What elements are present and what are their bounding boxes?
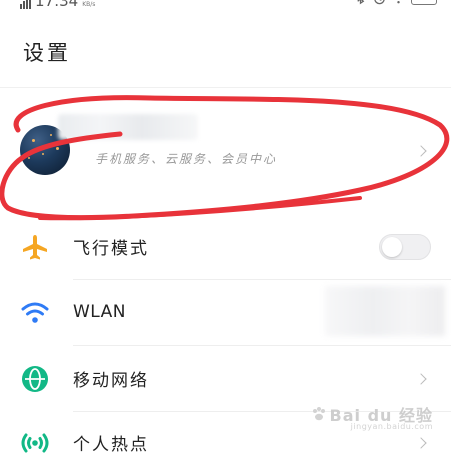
bluetooth-icon — [357, 0, 365, 5]
hotspot-icon — [21, 433, 49, 453]
paw-icon — [312, 407, 325, 421]
wifi-status-icon — [397, 1, 400, 4]
account-name-blurred — [58, 114, 198, 140]
wlan-status-blurred — [325, 286, 445, 336]
settings-row-label: 个人热点 — [73, 435, 149, 455]
battery-icon: 20 — [411, 0, 437, 5]
settings-row-label: 移动网络 — [73, 371, 149, 391]
alarm-icon — [374, 0, 385, 5]
airplane-icon — [23, 235, 47, 260]
account-subtitle: 手机服务、云服务、会员中心 — [95, 152, 278, 166]
status-time: 17:34 — [35, 0, 79, 10]
settings-row-label: WLAN — [73, 302, 127, 322]
toggle-knob — [382, 237, 402, 257]
page-title: 设置 — [23, 41, 71, 65]
chevron-right-icon — [415, 145, 427, 157]
status-bar-right: 20 — [354, 0, 437, 5]
settings-row-label: 飞行模式 — [73, 239, 149, 259]
status-bar: 17:34 KB/s 20 — [0, 0, 451, 14]
divider — [0, 87, 451, 88]
wifi-icon — [21, 302, 49, 323]
signal-icon — [20, 0, 31, 9]
account-card[interactable]: 手机服务、云服务、会员中心 — [0, 100, 451, 210]
settings-row-airplane-mode[interactable]: 飞行模式 — [0, 214, 451, 280]
network-speed-unit: KB/s — [82, 1, 96, 8]
settings-screen: 17:34 KB/s 20 设置 — [0, 0, 451, 459]
settings-row-wlan[interactable]: WLAN — [0, 280, 451, 346]
airplane-mode-toggle[interactable] — [379, 234, 431, 260]
globe-icon — [22, 366, 48, 392]
status-bar-left: 17:34 KB/s — [20, 0, 95, 9]
watermark: Bai du 经验 jingyan.baidu.com — [311, 402, 433, 431]
chevron-right-icon — [415, 437, 427, 449]
chevron-right-icon — [415, 373, 427, 385]
watermark-sub: jingyan.baidu.com — [350, 422, 433, 431]
